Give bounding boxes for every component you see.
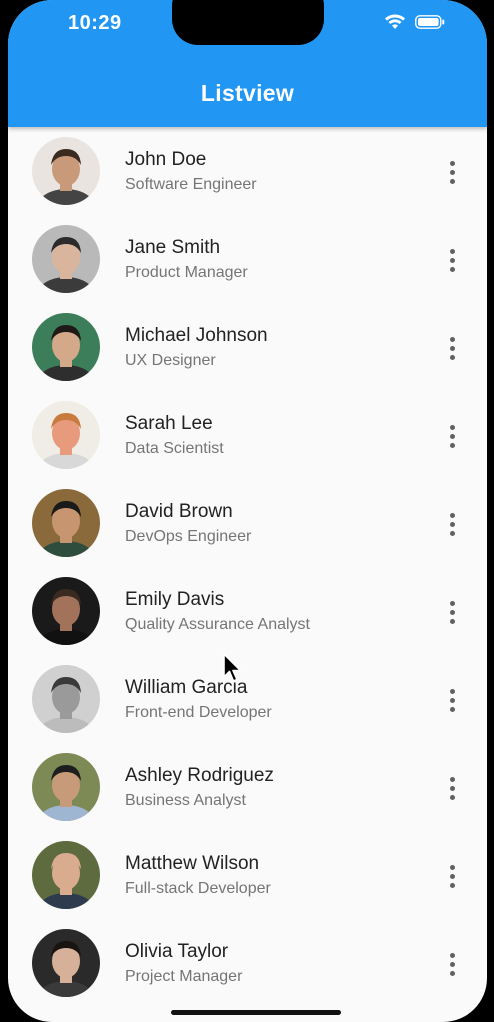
avatar: [32, 313, 100, 381]
contact-role: Full-stack Developer: [125, 880, 271, 897]
list-item[interactable]: David Brown DevOps Engineer: [8, 479, 487, 567]
home-indicator[interactable]: [171, 1010, 341, 1015]
avatar: [32, 137, 100, 205]
contact-role: Front-end Developer: [125, 704, 272, 721]
contact-role: DevOps Engineer: [125, 528, 252, 545]
contact-role: UX Designer: [125, 352, 216, 369]
contact-name: Sarah Lee: [125, 413, 213, 434]
avatar: [32, 225, 100, 293]
mouse-cursor-icon: [223, 653, 242, 682]
more-vert-icon[interactable]: [440, 685, 464, 715]
list-item[interactable]: Jane Smith Product Manager: [8, 215, 487, 303]
contact-name: Emily Davis: [125, 589, 225, 610]
app-bar: 10:29 Listview: [8, 0, 487, 127]
more-vert-icon[interactable]: [440, 333, 464, 363]
list-item[interactable]: Sarah Lee Data Scientist: [8, 391, 487, 479]
more-vert-icon[interactable]: [440, 245, 464, 275]
contact-name: Matthew Wilson: [125, 853, 260, 874]
page-title: Listview: [200, 80, 295, 106]
phone-frame: 10:29 Listview John Doe Software Engineer…: [0, 0, 494, 1022]
list-item[interactable]: Emily Davis Quality Assurance Analyst: [8, 567, 487, 655]
screen: 10:29 Listview John Doe Software Engineer…: [8, 0, 487, 1022]
more-vert-icon[interactable]: [440, 421, 464, 451]
contact-name: Ashley Rodriguez: [125, 765, 274, 786]
battery-icon: [415, 15, 445, 29]
list-item[interactable]: Michael Johnson UX Designer: [8, 303, 487, 391]
contact-name: David Brown: [125, 501, 233, 522]
more-vert-icon[interactable]: [440, 597, 464, 627]
contact-name: Olivia Taylor: [125, 941, 229, 962]
dynamic-island: [172, 0, 324, 45]
avatar: [32, 841, 100, 909]
contact-role: Product Manager: [125, 264, 248, 281]
avatar: [32, 929, 100, 997]
avatar: [32, 489, 100, 557]
avatar: [32, 401, 100, 469]
contact-name: Jane Smith: [125, 237, 221, 258]
more-vert-icon[interactable]: [440, 949, 464, 979]
contact-name: John Doe: [125, 149, 207, 170]
list-item[interactable]: William Garcia Front-end Developer: [8, 655, 487, 743]
contact-role: Quality Assurance Analyst: [125, 616, 310, 633]
avatar: [32, 753, 100, 821]
more-vert-icon[interactable]: [440, 773, 464, 803]
more-vert-icon[interactable]: [440, 509, 464, 539]
contact-role: Business Analyst: [125, 792, 246, 809]
avatar: [32, 577, 100, 645]
more-vert-icon[interactable]: [440, 157, 464, 187]
avatar: [32, 665, 100, 733]
list-item[interactable]: John Doe Software Engineer: [8, 127, 487, 215]
contact-role: Project Manager: [125, 968, 243, 985]
list-item[interactable]: Olivia Taylor Project Manager: [8, 919, 487, 1007]
more-vert-icon[interactable]: [440, 861, 464, 891]
contact-role: Software Engineer: [125, 176, 257, 193]
wifi-icon: [385, 14, 405, 29]
contact-role: Data Scientist: [125, 440, 224, 457]
status-time: 10:29: [68, 12, 122, 34]
list-item[interactable]: Matthew Wilson Full-stack Developer: [8, 831, 487, 919]
list-item[interactable]: Ashley Rodriguez Business Analyst: [8, 743, 487, 831]
contact-name: Michael Johnson: [125, 325, 268, 346]
